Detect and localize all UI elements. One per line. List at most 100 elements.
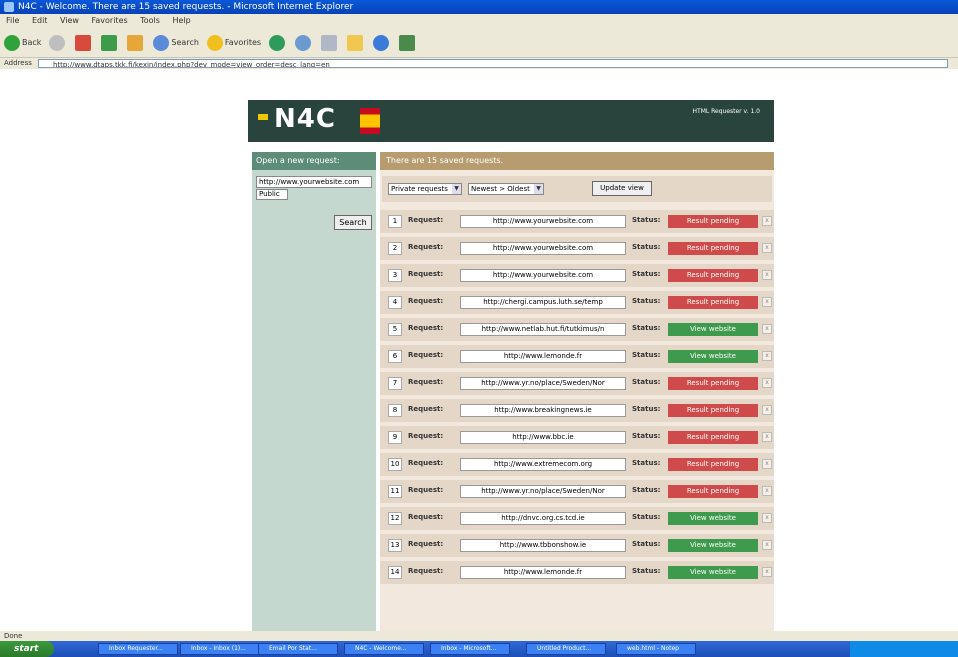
request-label: Request: — [408, 324, 444, 332]
delete-icon[interactable]: x — [762, 243, 772, 253]
taskbar: start Inbox Requester... Inbox - Inbox (1… — [0, 641, 958, 657]
request-label: Request: — [408, 432, 444, 440]
request-url-field[interactable]: http://www.tbbonshow.ie — [460, 539, 626, 552]
version-label: HTML Requester v. 1.0 — [692, 108, 760, 115]
status-bar: Done — [0, 631, 958, 641]
tools-button[interactable] — [399, 34, 417, 51]
window-title: N4C - Welcome. There are 15 saved reques… — [18, 2, 354, 12]
taskbar-button[interactable]: Inbox - Microsoft... — [430, 643, 510, 655]
folder-button[interactable] — [347, 34, 365, 51]
request-row: 9 Request: http://www.bbc.ie Status: Result … — [380, 426, 774, 449]
taskbar-button[interactable]: Inbox - Inbox (1)... — [180, 643, 260, 655]
request-label: Request: — [408, 459, 444, 467]
search-button[interactable]: Search — [334, 215, 372, 230]
delete-icon[interactable]: x — [762, 216, 772, 226]
status-label: Status: — [632, 486, 661, 494]
star-icon — [206, 34, 223, 51]
request-label: Request: — [408, 513, 444, 521]
refresh-button[interactable] — [101, 34, 119, 51]
request-url-field[interactable]: http://www.yourwebsite.com — [460, 269, 626, 282]
request-label: Request: — [408, 540, 444, 548]
delete-icon[interactable]: x — [762, 513, 772, 523]
request-url-field[interactable]: http://www.yr.no/place/Sweden/Nor — [460, 485, 626, 498]
request-url-field[interactable]: http://dnvc.org.cs.tcd.ie — [460, 512, 626, 525]
request-url-field[interactable]: http://www.lemonde.fr — [460, 566, 626, 579]
delete-icon[interactable]: x — [762, 351, 772, 361]
delete-icon[interactable]: x — [762, 297, 772, 307]
delete-icon[interactable]: x — [762, 378, 772, 388]
request-url-field[interactable]: http://www.breakingnews.ie — [460, 404, 626, 417]
start-button[interactable]: start — [0, 641, 54, 657]
request-url-field[interactable]: http://www.yourwebsite.com — [460, 242, 626, 255]
taskbar-button[interactable]: Email Por Stat... — [258, 643, 338, 655]
delete-icon[interactable]: x — [762, 486, 772, 496]
search-button[interactable]: Search — [153, 34, 199, 51]
update-view-button[interactable]: Update view — [592, 181, 652, 196]
media-button[interactable] — [269, 34, 287, 51]
view-website-button[interactable]: View website — [668, 539, 758, 552]
request-row: 8 Request: http://www.breakingnews.ie Statu… — [380, 399, 774, 422]
request-list: 1 Request: http://www.yourwebsite.com Statu… — [380, 210, 774, 588]
messenger-button[interactable] — [373, 34, 391, 51]
view-website-button[interactable]: View website — [668, 323, 758, 336]
view-website-button[interactable]: View website — [668, 566, 758, 579]
request-row: 10 Request: http://www.extremecom.org Statu… — [380, 453, 774, 476]
home-icon — [127, 34, 144, 51]
view-website-button[interactable]: View website — [668, 512, 758, 525]
delete-icon[interactable]: x — [762, 405, 772, 415]
request-url-field[interactable]: http://chergi.campus.luth.se/temp — [460, 296, 626, 309]
status-label: Status: — [632, 243, 661, 251]
taskbar-button[interactable]: web.html - Notep — [616, 643, 696, 655]
delete-icon[interactable]: x — [762, 432, 772, 442]
status-label: Status: — [632, 351, 661, 359]
forward-arrow-icon — [49, 34, 66, 51]
result-pending-badge: Result pending — [668, 242, 758, 255]
taskbar-button[interactable]: Untitled Product... — [526, 643, 606, 655]
address-bar: Address http://www.dtaps.tkk.fi/kexin/in… — [0, 58, 958, 69]
menu-favorites[interactable]: Favorites — [92, 16, 128, 25]
delete-icon[interactable]: x — [762, 324, 772, 334]
menu-help[interactable]: Help — [172, 16, 190, 25]
chevron-down-icon: ▼ — [534, 184, 543, 194]
menu-file[interactable]: File — [6, 16, 19, 25]
request-url-field[interactable]: http://www.bbc.ie — [460, 431, 626, 444]
saved-requests-panel: There are 15 saved requests. Private req… — [380, 152, 774, 631]
filter-bar: Private requests ▼ Newest > Oldest ▼ Updat… — [382, 176, 772, 202]
history-button[interactable] — [295, 34, 313, 51]
favorites-button[interactable]: Favorites — [206, 34, 261, 51]
stop-button[interactable] — [75, 34, 93, 51]
taskbar-button[interactable]: N4C - Welcome... — [344, 643, 424, 655]
request-url-field[interactable]: http://www.extremecom.org — [460, 458, 626, 471]
request-url-field[interactable]: http://www.yourwebsite.com — [460, 215, 626, 228]
home-button[interactable] — [127, 34, 145, 51]
refresh-icon — [101, 34, 118, 51]
request-label: Request: — [408, 405, 444, 413]
address-input[interactable]: http://www.dtaps.tkk.fi/kexin/index.php?… — [38, 59, 948, 68]
chevron-down-icon: ▼ — [452, 184, 461, 194]
menu-view[interactable]: View — [60, 16, 79, 25]
url-input[interactable]: http://www.yourwebsite.com — [256, 176, 372, 188]
taskbar-button[interactable]: Inbox Requester... — [98, 643, 178, 655]
request-url-field[interactable]: http://www.lemonde.fr — [460, 350, 626, 363]
request-row: 6 Request: http://www.lemonde.fr Status: Vie… — [380, 345, 774, 368]
sort-order-select[interactable]: Newest > Oldest ▼ — [468, 183, 544, 195]
menu-tools[interactable]: Tools — [140, 16, 160, 25]
request-number: 4 — [388, 296, 402, 309]
back-button[interactable]: Back — [4, 34, 41, 51]
request-label: Request: — [408, 297, 444, 305]
request-url-field[interactable]: http://www.yr.no/place/Sweden/Nor — [460, 377, 626, 390]
delete-icon[interactable]: x — [762, 270, 772, 280]
menu-edit[interactable]: Edit — [32, 16, 48, 25]
forward-button[interactable] — [49, 34, 67, 51]
request-url-field[interactable]: http://www.netlab.hut.fi/tutkimus/n — [460, 323, 626, 336]
delete-icon[interactable]: x — [762, 459, 772, 469]
visibility-select[interactable]: Public — [256, 189, 288, 200]
browser-toolbar: Back Search Favorites — [0, 28, 958, 58]
request-label: Request: — [408, 243, 444, 251]
delete-icon[interactable]: x — [762, 540, 772, 550]
view-website-button[interactable]: View website — [668, 350, 758, 363]
result-pending-badge: Result pending — [668, 404, 758, 417]
request-type-select[interactable]: Private requests ▼ — [388, 183, 462, 195]
mail-button[interactable] — [321, 34, 339, 51]
delete-icon[interactable]: x — [762, 567, 772, 577]
